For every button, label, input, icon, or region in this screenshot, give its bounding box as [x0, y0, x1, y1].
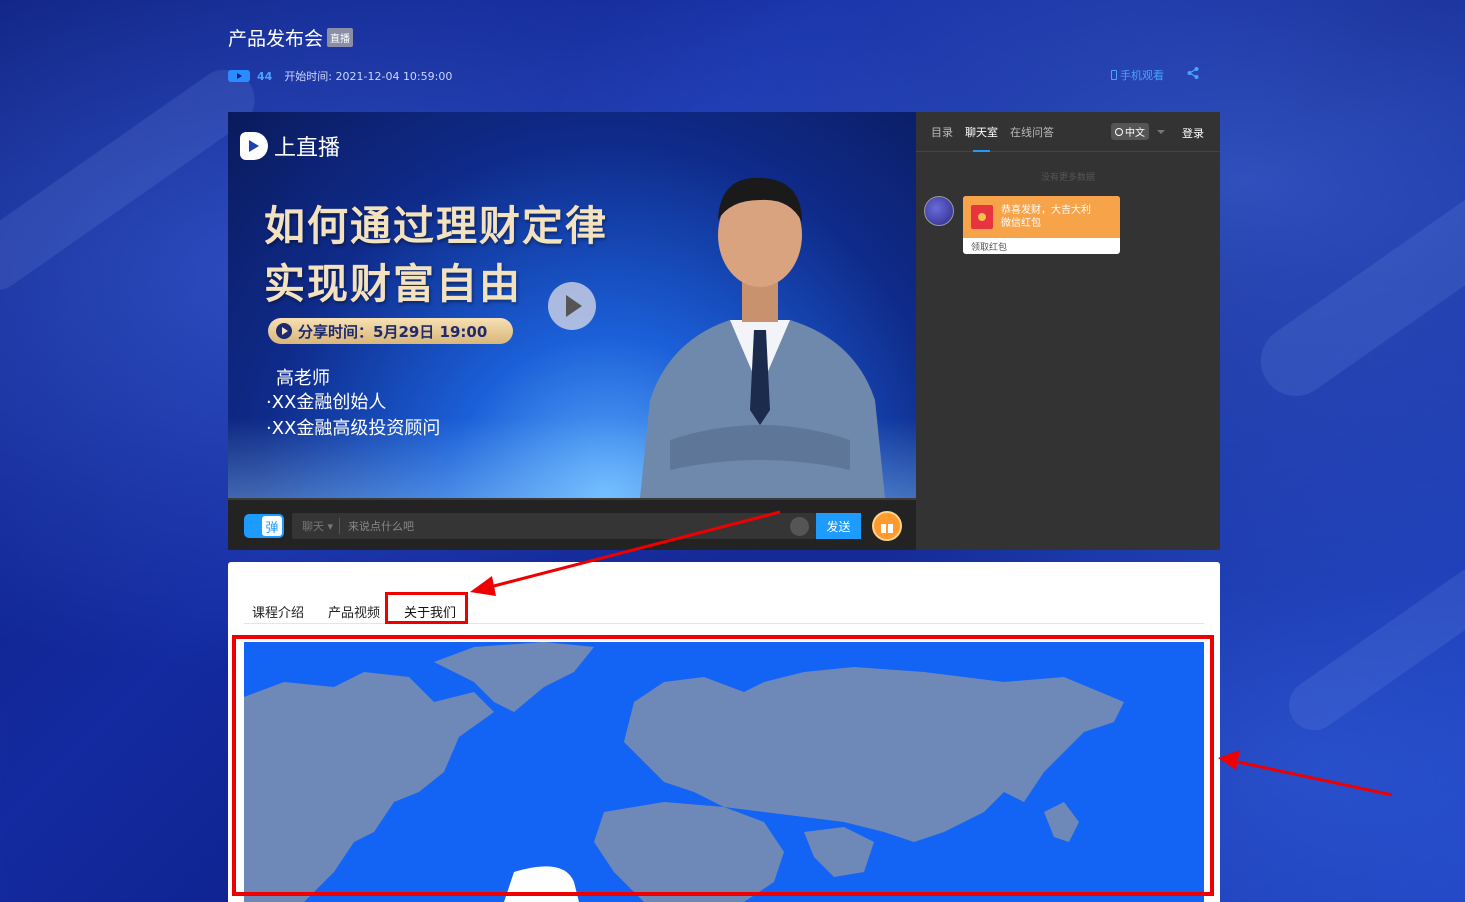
view-count: 44 — [257, 69, 273, 83]
video-player[interactable]: 上直播 如何通过理财定律 实现财富自由 分享时间：5月29日 19:00 高老师… — [228, 112, 916, 498]
tab-catalog[interactable]: 目录 — [931, 112, 953, 152]
presenter-image — [640, 177, 885, 498]
background-streak — [1279, 549, 1465, 741]
tab-qa[interactable]: 在线问答 — [1010, 112, 1054, 152]
bullet-item: ·XX金融创始人 — [266, 392, 387, 413]
chat-mode-select[interactable]: 聊天 ▾ — [292, 518, 341, 534]
play-circle-icon — [276, 323, 292, 339]
chat-message: 恭喜发财，大吉大利 微信红包 领取红包 — [924, 196, 1120, 254]
meta-row: 44 开始时间: 2021-12-04 10:59:00 — [228, 68, 452, 84]
logo-text: 上直播 — [274, 136, 341, 161]
chat-input-wrap: 聊天 ▾ — [292, 513, 816, 539]
tab-product-video[interactable]: 产品视频 — [320, 598, 380, 624]
login-link[interactable]: 登录 — [1182, 125, 1204, 141]
tab-course-intro[interactable]: 课程介绍 — [244, 598, 304, 624]
background-streak — [1247, 180, 1465, 410]
chat-mode-label: 聊天 — [302, 520, 324, 533]
arrow-head — [1218, 750, 1240, 770]
bullet-item: ·XX金融高级投资顾问 — [266, 418, 441, 439]
red-packet-subtitle: 微信红包 — [1001, 218, 1041, 229]
globe-icon — [1115, 127, 1123, 136]
tab-chatroom[interactable]: 聊天室 — [965, 112, 998, 152]
language-label: 中文 — [1125, 128, 1145, 139]
arrow-line — [1237, 760, 1393, 797]
red-packet-action: 领取红包 — [971, 243, 1008, 253]
highlight-box-tab — [385, 592, 468, 624]
phone-icon — [1111, 70, 1117, 80]
live-badge: 直播 — [327, 28, 354, 47]
share-time-pill: 分享时间：5月29日 19:00 — [268, 318, 513, 344]
no-more-data: 没有更多数据 — [1040, 173, 1095, 183]
headline-line: 如何通过理财定律 — [264, 202, 608, 250]
chevron-down-icon[interactable] — [1157, 130, 1165, 134]
video-count-icon — [228, 70, 250, 82]
danmu-label: 弹 — [262, 516, 282, 536]
player-controlbar: 弹 聊天 ▾ 发送 — [228, 498, 916, 550]
side-panel: 目录 聊天室 在线问答 中文 登录 没有更多数据 恭喜发财，大吉大利 微信红包 … — [916, 112, 1220, 550]
play-button[interactable] — [548, 282, 596, 330]
share-icon[interactable] — [1186, 66, 1200, 80]
red-envelope-icon — [971, 205, 993, 229]
send-button[interactable]: 发送 — [816, 513, 861, 539]
logo-icon — [240, 132, 268, 160]
background-streak — [0, 57, 267, 303]
avatar — [924, 196, 954, 226]
red-packet-card[interactable]: 恭喜发财，大吉大利 微信红包 领取红包 — [963, 196, 1120, 254]
mobile-watch-link[interactable]: 手机观看 — [1111, 67, 1164, 83]
page-header: 产品发布会 直播 44 开始时间: 2021-12-04 10:59:00 手机… — [228, 24, 1220, 94]
start-time: 开始时间: 2021-12-04 10:59:00 — [284, 70, 453, 83]
teacher-name: 高老师 — [276, 368, 330, 389]
danmu-toggle[interactable]: 弹 — [244, 514, 284, 538]
highlight-box-map — [232, 635, 1214, 896]
emoji-icon[interactable] — [790, 517, 809, 536]
mobile-watch-label: 手机观看 — [1120, 69, 1164, 82]
page-title: 产品发布会 — [228, 28, 324, 50]
share-time-text: 分享时间：5月29日 19:00 — [298, 322, 488, 341]
chat-input[interactable] — [340, 519, 816, 533]
gift-icon[interactable] — [872, 511, 902, 541]
red-packet-title: 恭喜发财，大吉大利 — [1001, 205, 1091, 216]
language-select[interactable]: 中文 — [1111, 123, 1149, 140]
brand-logo: 上直播 — [240, 130, 340, 162]
side-tabs: 目录 聊天室 在线问答 中文 登录 — [916, 112, 1220, 152]
teacher-bullets: ·XX金融创始人 ·XX金融高级投资顾问 — [266, 390, 440, 442]
